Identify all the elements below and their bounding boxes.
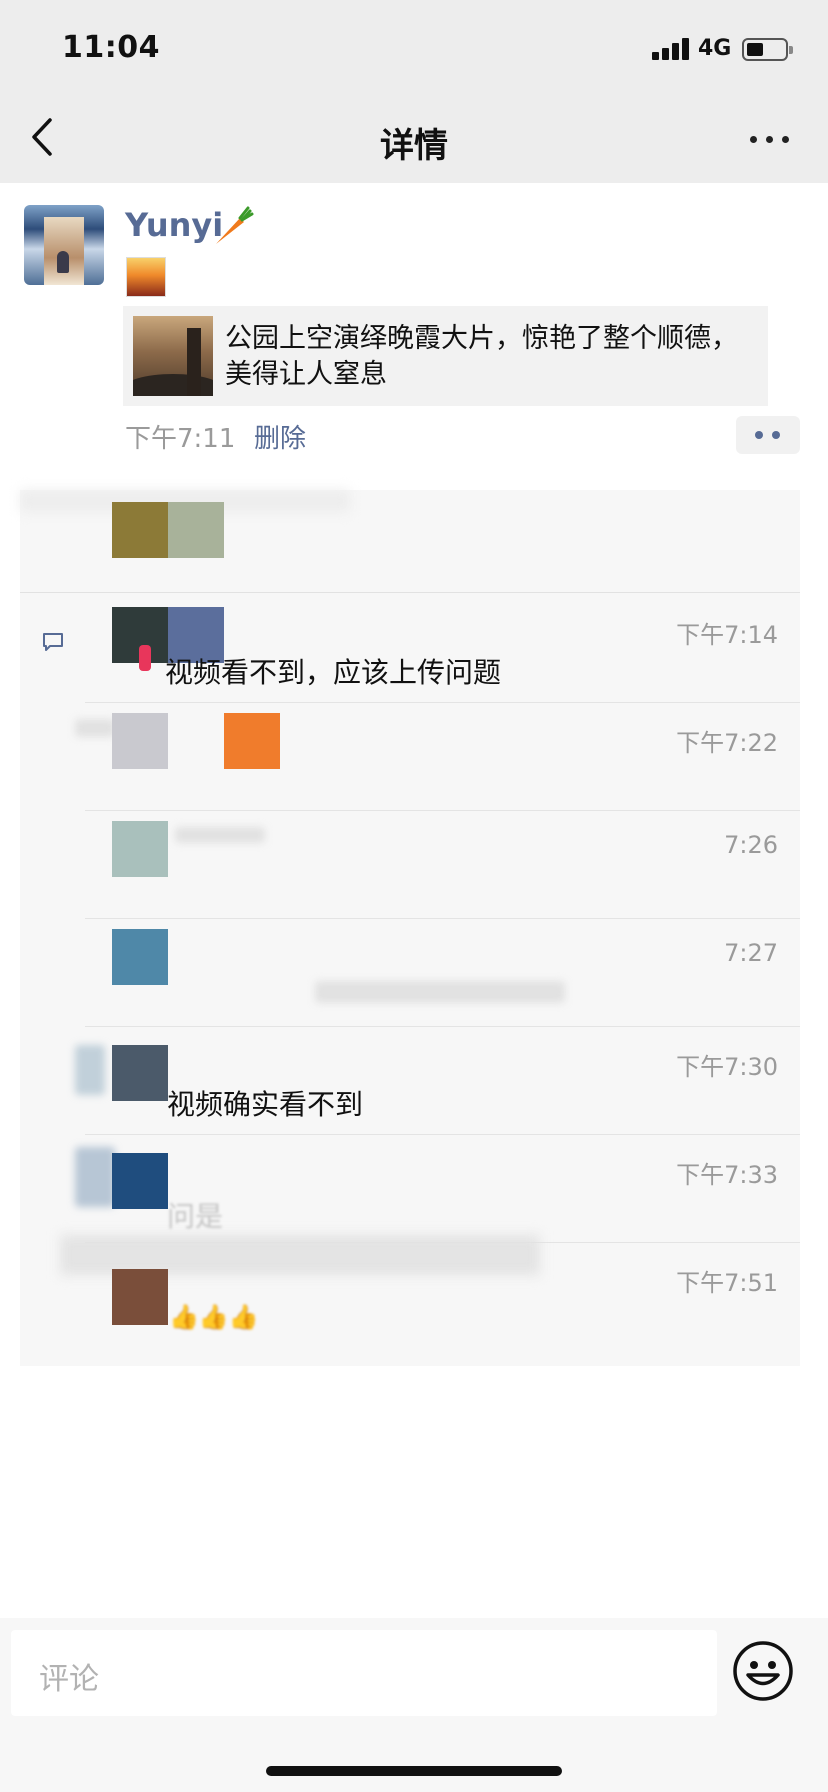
comment-avatar[interactable]	[112, 1269, 168, 1325]
like-avatar[interactable]	[112, 502, 168, 558]
page-title: 详情	[380, 126, 448, 166]
comment-row[interactable]: 7:26	[85, 811, 800, 919]
comment-text: 视频确实看不到	[167, 1088, 364, 1121]
delete-button[interactable]: 删除	[254, 418, 306, 455]
like-avatar[interactable]	[168, 502, 224, 558]
comment-text: 👍👍👍	[169, 1303, 259, 1331]
like-comment-button[interactable]	[736, 416, 800, 454]
comment-avatar[interactable]	[112, 821, 168, 877]
more-icon[interactable]	[748, 130, 792, 150]
post-time: 下午7:11	[125, 424, 236, 454]
link-card[interactable]: 公园上空演绎晚霞大片，惊艳了整个顺德，美得让人窒息	[123, 306, 768, 406]
comment-time: 下午7:33	[676, 1161, 778, 1189]
comment-time: 下午7:22	[676, 729, 778, 757]
comment-avatar[interactable]	[112, 1153, 168, 1209]
comment-avatar[interactable]	[112, 1045, 168, 1101]
comment-avatar[interactable]	[112, 713, 168, 769]
likes-row	[20, 490, 800, 593]
comment-time: 7:26	[724, 831, 778, 859]
comment-row[interactable]: 下午7:33 问是	[75, 1135, 800, 1243]
comment-time: 下午7:51	[676, 1269, 778, 1297]
avatar-fragment	[139, 645, 151, 671]
user-name[interactable]: Yunyi	[125, 206, 223, 244]
comment-row[interactable]: 下午7:30 视频确实看不到	[75, 1027, 800, 1135]
comment-input[interactable]: 评论	[11, 1630, 717, 1716]
battery-icon	[742, 38, 793, 61]
comment-time: 下午7:30	[676, 1053, 778, 1081]
comment-text: 问是	[167, 1200, 224, 1233]
comment-row[interactable]: 下午7:51 👍👍👍	[85, 1243, 800, 1351]
link-image	[133, 316, 213, 396]
comment-row[interactable]: 7:27	[85, 919, 800, 1027]
status-time: 11:04	[62, 30, 160, 65]
carrot-emoji	[216, 206, 254, 244]
comment-avatar[interactable]	[112, 929, 168, 985]
signal-icon	[652, 38, 690, 60]
comment-row[interactable]: 下午7:14 视频看不到，应该上传问题	[85, 595, 800, 703]
comment-avatar[interactable]	[224, 713, 280, 769]
post-image-thumbnail[interactable]	[126, 257, 166, 297]
comment-text: 视频看不到，应该上传问题	[165, 656, 502, 689]
avatar[interactable]	[24, 205, 104, 285]
network-label: 4G	[698, 36, 732, 61]
emoji-icon[interactable]	[732, 1640, 794, 1702]
comment-row[interactable]: 下午7:22	[75, 703, 800, 811]
home-indicator	[266, 1766, 562, 1776]
comment-bar: 评论	[0, 1618, 828, 1792]
comment-placeholder: 评论	[39, 1662, 99, 1697]
comment-icon	[43, 633, 63, 651]
comment-time: 7:27	[724, 939, 778, 967]
comment-time: 下午7:14	[676, 621, 778, 649]
interaction-panel: 下午7:14 视频看不到，应该上传问题 下午7:22 7:26 7:27 下午7…	[20, 490, 800, 1366]
top-bar: 11:04 4G 详情	[0, 0, 828, 183]
link-title: 公园上空演绎晚霞大片，惊艳了整个顺德，美得让人窒息	[225, 323, 738, 390]
